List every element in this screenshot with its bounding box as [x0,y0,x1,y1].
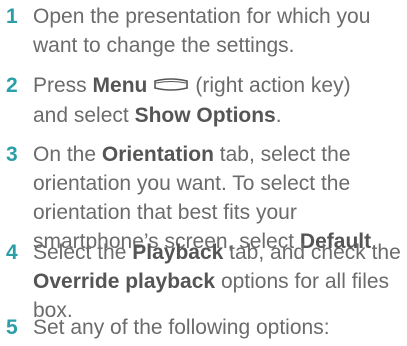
step-text: Set any of the following options: [33,313,405,342]
right-action-key-icon [153,70,189,99]
text-fragment: Press [33,74,87,97]
text-fragment: options for all files [220,270,390,293]
menu-label: Menu [92,74,148,97]
step-number: 5 [6,316,18,339]
text-fragment: Select the [33,241,127,264]
text-fragment: tab, select the [219,143,351,166]
step-line: On the Orientation tab, select the [33,140,405,169]
step-line: Press Menu (right action key) [33,71,405,101]
text-fragment: (right action key) [195,74,351,97]
step-number: 2 [6,74,18,97]
step-number: 1 [6,5,18,28]
step-number: 3 [6,143,18,166]
step-number: 4 [6,241,18,264]
step-line: orientation you want. To select the [33,172,351,195]
step-line: want to change the settings. [33,34,295,57]
orientation-label: Orientation [101,143,214,166]
step-text: Press Menu (right action key) and select … [33,71,405,130]
step-line: Select the Playback tab, and check the [33,238,405,267]
playback-label: Playback [132,241,224,264]
step-line: Override playback options for all files [33,267,405,296]
text-fragment: On the [33,143,97,166]
text-fragment: . [275,103,282,127]
step-line: Set any of the following options: [33,316,330,339]
step-text: Select the Playback tab, and check the O… [33,238,405,325]
override-playback-label: Override playback [33,270,216,293]
instruction-steps: 1 Open the presentation for which you wa… [0,0,407,346]
text-fragment: and select [33,103,129,127]
step-line: orientation that best fits your [33,201,297,224]
step-line: Open the presentation for which you [33,5,371,28]
step-line: and select Show Options. [33,101,405,130]
show-options-label: Show Options [134,103,276,127]
step-text: Open the presentation for which you want… [33,2,405,60]
text-fragment: tab, and check the [229,241,401,264]
